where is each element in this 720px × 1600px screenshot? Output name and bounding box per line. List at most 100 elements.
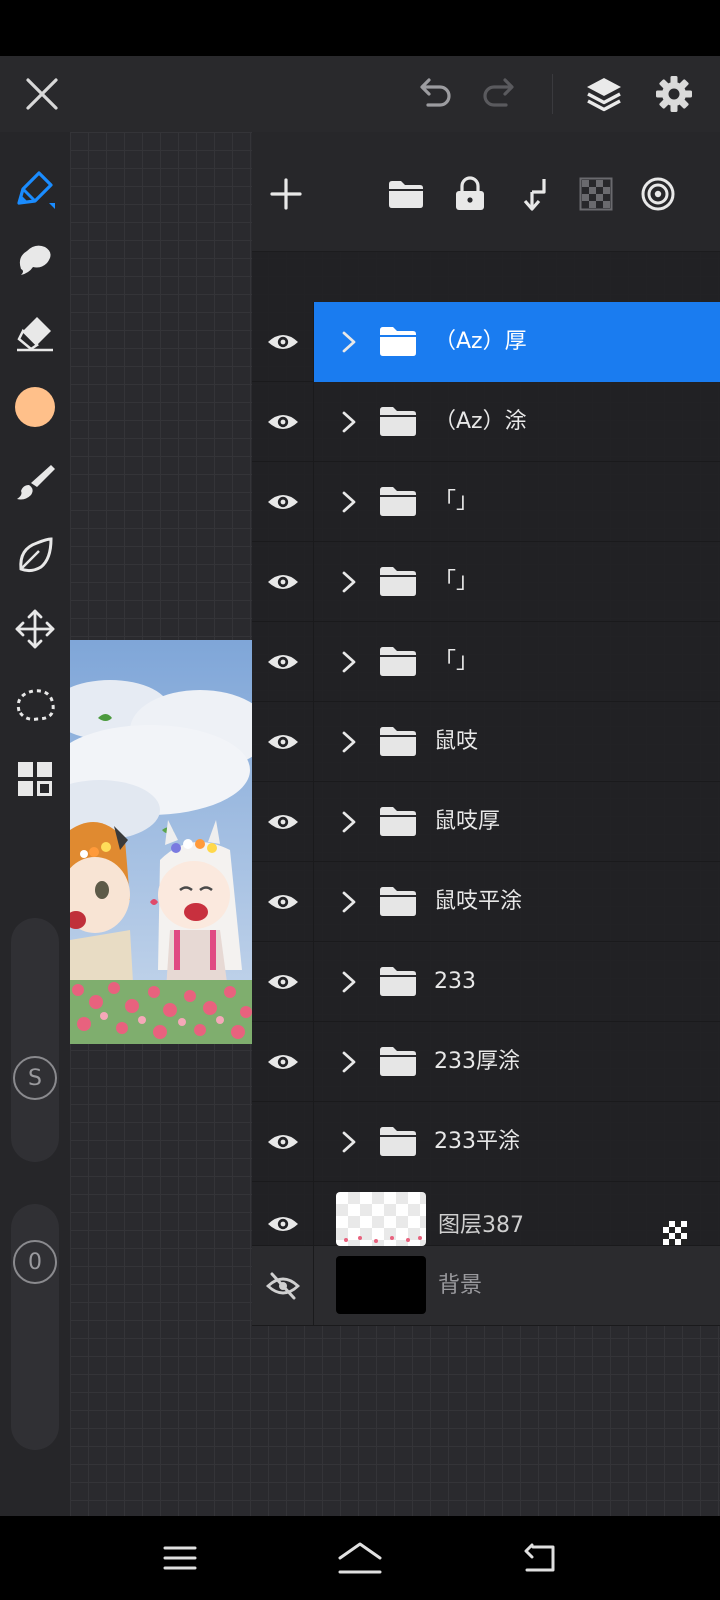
layer-row[interactable]: （Az）涂 (252, 382, 720, 462)
layer-name: 「」 (434, 649, 479, 674)
chevron-right-icon[interactable] (334, 967, 364, 997)
folder-icon (378, 644, 418, 680)
alpha-lock-icon[interactable] (574, 172, 618, 216)
selection-tool-icon[interactable] (10, 680, 60, 730)
layer-name: 鼠吱平涂 (434, 889, 523, 914)
layer-body[interactable]: 图层387 (314, 1182, 720, 1246)
system-nav-bar (0, 1516, 720, 1600)
chevron-right-icon[interactable] (334, 887, 364, 917)
merge-down-icon[interactable] (512, 172, 556, 216)
eye-icon[interactable] (252, 302, 314, 382)
brush-tool-icon[interactable] (10, 456, 60, 506)
menu-icon[interactable] (158, 1536, 202, 1580)
back-icon[interactable] (518, 1536, 562, 1580)
eye-icon[interactable] (252, 1182, 314, 1246)
eye-icon[interactable] (252, 862, 314, 942)
layer-body[interactable]: 鼠吱平涂 (314, 862, 720, 942)
layer-row[interactable]: （Az）厚 (252, 302, 720, 382)
redo-icon[interactable] (478, 72, 522, 116)
home-icon[interactable] (334, 1534, 386, 1582)
layer-row[interactable]: 「」 (252, 622, 720, 702)
layer-body[interactable]: 233平涂 (314, 1102, 720, 1182)
close-icon[interactable] (18, 70, 66, 118)
artwork-canvas[interactable] (70, 640, 252, 1044)
pen-tool-icon[interactable] (10, 164, 60, 214)
layer-name: 背景 (438, 1273, 483, 1298)
brush-size-knob[interactable]: S (13, 1056, 57, 1100)
color-picker-swatch[interactable] (10, 382, 60, 432)
chevron-right-icon[interactable] (334, 1127, 364, 1157)
chevron-right-icon[interactable] (334, 567, 364, 597)
layer-row[interactable]: 鼠吱平涂 (252, 862, 720, 942)
eye-icon[interactable] (252, 1102, 314, 1182)
folder-icon (378, 1044, 418, 1080)
layer-thumbnail (336, 1192, 426, 1246)
smudge-tool-icon[interactable] (10, 234, 60, 284)
eye-icon[interactable] (252, 542, 314, 622)
chevron-right-icon[interactable] (334, 727, 364, 757)
undo-icon[interactable] (412, 72, 456, 116)
status-bar (0, 0, 720, 56)
folder-icon (378, 964, 418, 1000)
folder-icon (378, 484, 418, 520)
chevron-right-icon[interactable] (334, 647, 364, 677)
layer-panel: （Az）厚 （Az）涂 「」 「」 「」 鼠吱 鼠吱厚 鼠吱平涂 233 233厚涂 233平涂 图层… (252, 132, 720, 1326)
opacity-label: 0 (28, 1249, 42, 1275)
opacity-knob[interactable]: 0 (13, 1240, 57, 1284)
eye-icon[interactable] (252, 782, 314, 862)
layer-name: 「」 (434, 489, 479, 514)
layer-body[interactable]: 233 (314, 942, 720, 1022)
layer-body[interactable]: （Az）涂 (314, 382, 720, 462)
layer-name: （Az）涂 (434, 409, 527, 434)
layer-row[interactable]: 鼠吱厚 (252, 782, 720, 862)
layer-row[interactable]: 「」 (252, 542, 720, 622)
layer-row[interactable]: 233平涂 (252, 1102, 720, 1182)
layer-row[interactable]: 「」 (252, 462, 720, 542)
current-color-swatch (15, 387, 55, 427)
layer-body[interactable]: 「」 (314, 462, 720, 542)
gear-icon[interactable] (650, 70, 698, 118)
eye-icon[interactable] (252, 942, 314, 1022)
eye-icon[interactable] (252, 702, 314, 782)
add-layer-icon[interactable] (264, 172, 308, 216)
eye-icon[interactable] (252, 462, 314, 542)
eye-icon[interactable] (252, 622, 314, 702)
lock-icon[interactable] (448, 172, 492, 216)
layer-row[interactable]: 背景 (252, 1246, 720, 1326)
layer-body[interactable]: 233厚涂 (314, 1022, 720, 1102)
chevron-right-icon[interactable] (334, 487, 364, 517)
brush-size-slider[interactable] (11, 918, 59, 1162)
layer-row[interactable]: 233厚涂 (252, 1022, 720, 1102)
layer-name: 233 (434, 969, 476, 994)
chevron-right-icon[interactable] (334, 807, 364, 837)
top-bar (0, 56, 720, 132)
new-folder-icon[interactable] (384, 172, 428, 216)
layer-body[interactable]: 鼠吱 (314, 702, 720, 782)
layer-body[interactable]: 鼠吱厚 (314, 782, 720, 862)
chevron-right-icon[interactable] (334, 1047, 364, 1077)
eraser-tool-icon[interactable] (10, 308, 60, 358)
layer-body[interactable]: 「」 (314, 622, 720, 702)
eye-icon[interactable] (252, 382, 314, 462)
layer-row[interactable]: 233 (252, 942, 720, 1022)
alpha-lock-icon[interactable] (662, 1220, 688, 1246)
chevron-right-icon[interactable] (334, 327, 364, 357)
chevron-right-icon[interactable] (334, 407, 364, 437)
gallery-grid-icon[interactable] (10, 754, 60, 804)
layer-body[interactable]: 背景 (314, 1246, 720, 1326)
eye-icon[interactable] (252, 1022, 314, 1102)
layer-row[interactable]: 图层387 (252, 1182, 720, 1246)
layer-body[interactable]: （Az）厚 (314, 302, 720, 382)
liquify-tool-icon[interactable] (10, 530, 60, 580)
divider (552, 74, 553, 114)
transform-tool-icon[interactable] (10, 604, 60, 654)
folder-icon (378, 804, 418, 840)
layer-body[interactable]: 「」 (314, 542, 720, 622)
layers-icon[interactable] (580, 70, 628, 118)
layer-name: 鼠吱 (434, 729, 479, 754)
folder-icon (378, 724, 418, 760)
eye-hidden-icon[interactable] (252, 1246, 314, 1326)
layer-row[interactable]: 鼠吱 (252, 702, 720, 782)
reference-icon[interactable] (636, 172, 680, 216)
layer-name: （Az）厚 (434, 329, 527, 354)
